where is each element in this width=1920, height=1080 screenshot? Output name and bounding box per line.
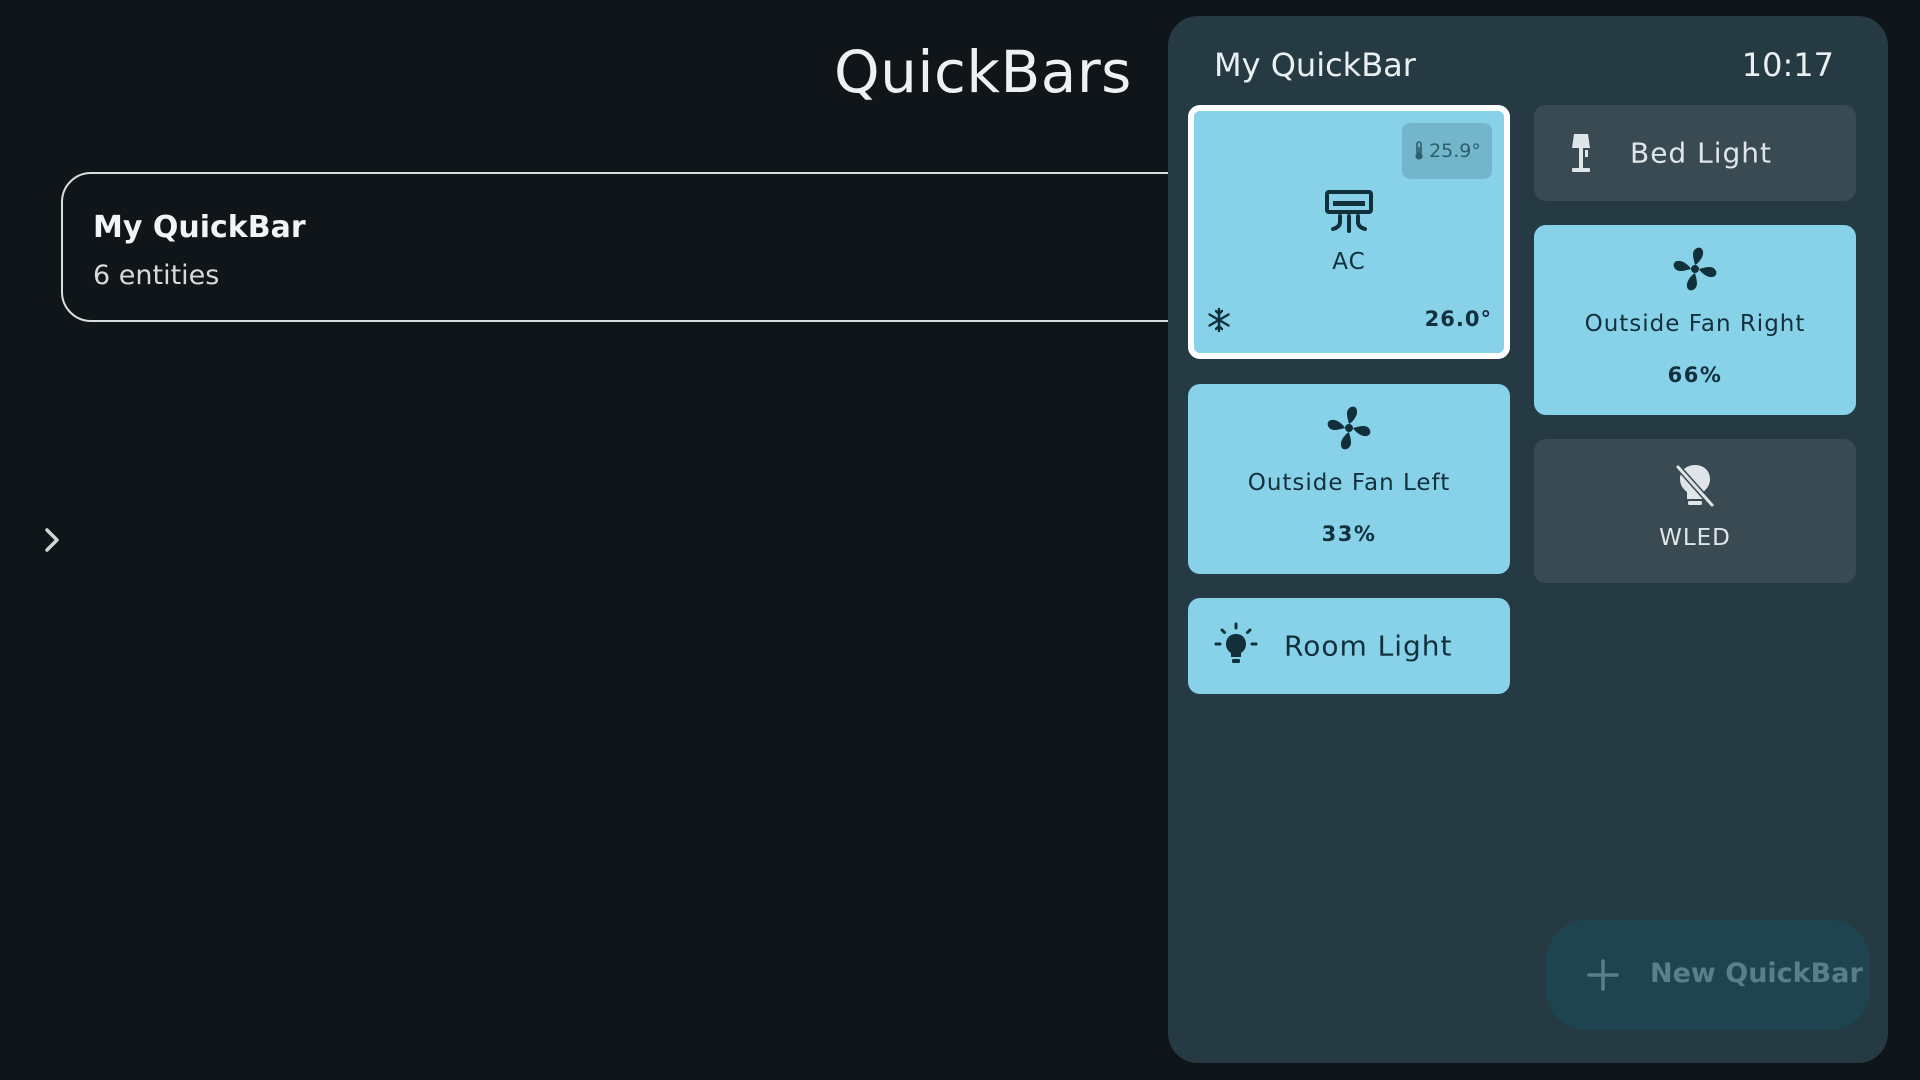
new-quickbar-label: New QuickBar	[1650, 958, 1863, 989]
current-temperature: 25.9°	[1429, 140, 1481, 162]
room-light-label: Room Light	[1284, 629, 1453, 663]
air-conditioner-icon	[1325, 190, 1373, 233]
panel-clock: 10:17	[1741, 46, 1834, 84]
outside-fan-right-tile[interactable]: Outside Fan Right 66%	[1534, 225, 1856, 415]
outside-fan-left-label: Outside Fan Left	[1247, 470, 1451, 496]
ac-tile[interactable]: 25.9° AC 26.0°	[1188, 105, 1510, 359]
bed-light-label: Bed Light	[1630, 136, 1772, 170]
ac-setpoint: 26.0°	[1424, 307, 1492, 331]
outside-fan-right-label: Outside Fan Right	[1584, 311, 1806, 337]
quickbars-screen: QuickBars My QuickBar 6 entities My Quic…	[0, 0, 1920, 1080]
current-temperature-badge: 25.9°	[1402, 123, 1492, 179]
new-quickbar-button[interactable]: New QuickBar	[1546, 920, 1870, 1030]
plus-icon	[1587, 959, 1619, 991]
chevron-right-icon[interactable]	[38, 524, 66, 556]
snowflake-icon	[1208, 307, 1230, 333]
panel-title: My QuickBar	[1214, 46, 1416, 84]
lightbulb-on-icon	[1214, 622, 1258, 663]
room-light-tile[interactable]: Room Light	[1188, 598, 1510, 694]
bed-light-tile[interactable]: Bed Light	[1534, 105, 1856, 201]
wled-tile[interactable]: WLED	[1534, 439, 1856, 583]
outside-fan-left-speed: 33%	[1321, 522, 1377, 546]
outside-fan-right-speed: 66%	[1667, 363, 1723, 387]
floor-lamp-icon	[1572, 134, 1590, 172]
lightbulb-off-icon	[1675, 464, 1715, 508]
quickbar-name: My QuickBar	[93, 210, 306, 245]
outside-fan-left-tile[interactable]: Outside Fan Left 33%	[1188, 384, 1510, 574]
thermometer-icon	[1415, 141, 1423, 160]
ac-label: AC	[1332, 249, 1366, 275]
wled-label: WLED	[1659, 525, 1731, 551]
page-title: QuickBars	[834, 38, 1132, 106]
fan-icon	[1673, 247, 1717, 291]
quickbar-panel: My QuickBar 10:17 25.9° AC 26.0° Bed Lig…	[1168, 16, 1888, 1063]
quickbar-entity-count: 6 entities	[93, 260, 220, 291]
fan-icon	[1327, 406, 1371, 450]
